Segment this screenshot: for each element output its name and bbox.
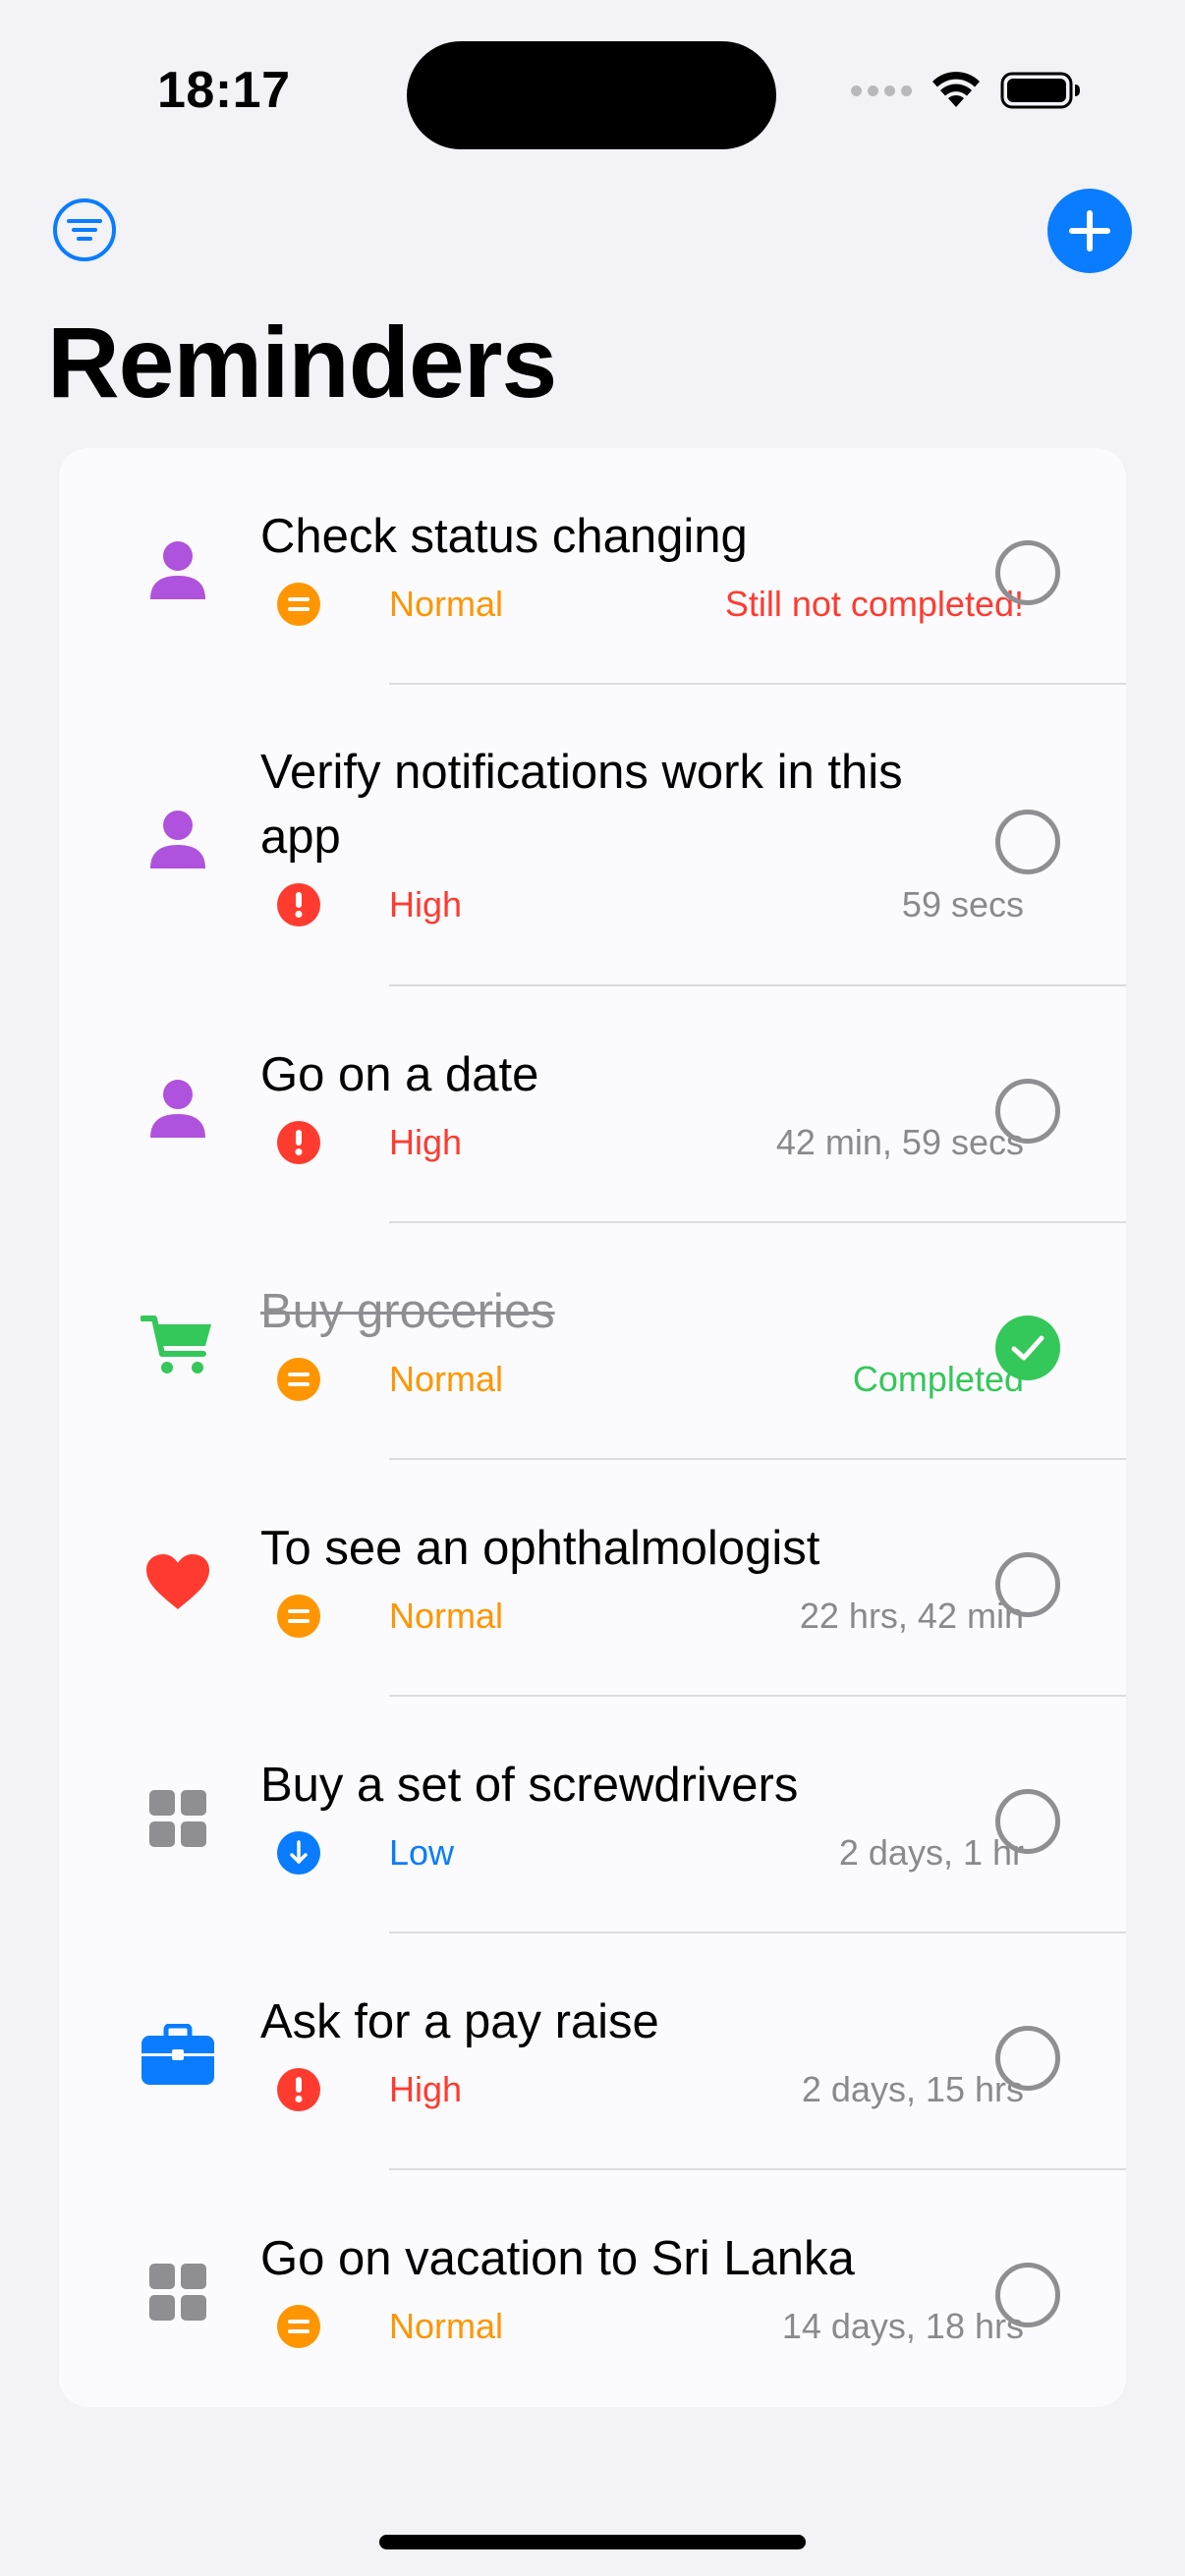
- complete-toggle[interactable]: [995, 2263, 1060, 2327]
- reminder-meta: High 2 days, 15 hrs: [277, 2066, 1024, 2113]
- person-icon: [134, 526, 222, 614]
- priority-label: Low: [389, 1832, 455, 1873]
- dynamic-island: [407, 41, 776, 149]
- checkmark-icon: [1011, 1335, 1044, 1361]
- complete-toggle[interactable]: [995, 2026, 1060, 2091]
- reminder-title: Go on a date: [260, 1048, 539, 1101]
- complete-toggle[interactable]: [995, 1552, 1060, 1617]
- reminder-meta: Normal Still not completed!: [277, 581, 1024, 628]
- reminder-title: To see an ophthalmologist: [260, 1522, 820, 1575]
- page-title: Reminders: [47, 307, 557, 419]
- priority-label: Normal: [389, 1596, 504, 1636]
- reminder-title: Check status changing: [260, 510, 748, 563]
- priority-label: Normal: [389, 584, 504, 624]
- battery-icon: [1000, 72, 1080, 109]
- time-remaining: 2 days, 15 hrs: [801, 2069, 1024, 2109]
- time-remaining: Still not completed!: [724, 584, 1024, 624]
- home-indicator[interactable]: [379, 2535, 806, 2549]
- status-time: 18:17: [157, 62, 291, 119]
- reminder-row[interactable]: To see an ophthalmologist Normal 22 hrs,…: [59, 1460, 1126, 1697]
- time-remaining: 22 hrs, 42 min: [799, 1596, 1024, 1636]
- time-remaining: 42 min, 59 secs: [775, 1122, 1024, 1162]
- priority-low-icon: [277, 1831, 320, 1875]
- person-icon: [134, 1064, 222, 1152]
- complete-toggle[interactable]: [995, 810, 1060, 874]
- priority-normal-icon: [277, 583, 320, 626]
- reminder-meta: High 59 secs: [277, 881, 1024, 928]
- priority-label: Normal: [389, 2306, 504, 2346]
- reminder-meta: Normal 22 hrs, 42 min: [277, 1593, 1024, 1640]
- reminder-meta: High 42 min, 59 secs: [277, 1119, 1024, 1166]
- priority-high-icon: [277, 1121, 320, 1164]
- reminder-meta: Low 2 days, 1 hr: [277, 1829, 1024, 1876]
- reminder-row[interactable]: Ask for a pay raise High 2 days, 15 hrs: [59, 1933, 1126, 2170]
- wifi-icon: [932, 72, 980, 107]
- reminder-title: Ask for a pay raise: [260, 1995, 659, 2048]
- time-remaining: 59 secs: [901, 884, 1024, 924]
- priority-normal-icon: [277, 1358, 320, 1401]
- complete-toggle[interactable]: [995, 1079, 1060, 1144]
- priority-label: High: [389, 1122, 463, 1162]
- time-remaining: 14 days, 18 hrs: [781, 2306, 1024, 2346]
- status-icons: [851, 71, 1081, 110]
- reminder-row[interactable]: Verify notifications work in this app Hi…: [59, 685, 1126, 986]
- complete-toggle[interactable]: [995, 540, 1060, 605]
- reminder-title: Buy a set of screwdrivers: [260, 1759, 799, 1812]
- priority-label: Normal: [389, 1359, 504, 1399]
- time-remaining: 2 days, 1 hr: [838, 1832, 1024, 1873]
- briefcase-icon: [134, 2011, 222, 2100]
- add-reminder-button[interactable]: [1047, 189, 1132, 273]
- grid-icon: [134, 1774, 222, 1863]
- reminder-row[interactable]: Go on a date High 42 min, 59 secs: [59, 986, 1126, 1223]
- priority-high-icon: [277, 2068, 320, 2111]
- person-icon: [134, 795, 222, 883]
- priority-normal-icon: [277, 2305, 320, 2348]
- filter-button[interactable]: [51, 196, 118, 263]
- reminder-title: Buy groceries: [260, 1285, 555, 1338]
- priority-normal-icon: [277, 1595, 320, 1638]
- reminder-title: Verify notifications work in this app: [260, 746, 903, 864]
- priority-label: High: [389, 884, 463, 924]
- heart-icon: [134, 1538, 222, 1626]
- complete-toggle-checked[interactable]: [995, 1316, 1060, 1380]
- reminder-row[interactable]: Go on vacation to Sri Lanka Normal 14 da…: [59, 2170, 1126, 2407]
- signal-icon: [851, 84, 912, 96]
- priority-label: High: [389, 2069, 463, 2109]
- reminder-meta: Normal 14 days, 18 hrs: [277, 2303, 1024, 2350]
- cart-icon: [134, 1301, 222, 1389]
- reminders-list: Check status changing Normal Still not c…: [59, 448, 1126, 2407]
- reminder-meta: Normal Completed: [277, 1356, 1024, 1403]
- reminder-row[interactable]: Buy groceries Normal Completed: [59, 1223, 1126, 1460]
- reminder-title: Go on vacation to Sri Lanka: [260, 2232, 855, 2285]
- complete-toggle[interactable]: [995, 1789, 1060, 1854]
- reminder-row[interactable]: Check status changing Normal Still not c…: [59, 448, 1126, 685]
- grid-icon: [134, 2248, 222, 2336]
- filter-icon: [53, 198, 116, 261]
- reminder-row[interactable]: Buy a set of screwdrivers Low 2 days, 1 …: [59, 1697, 1126, 1933]
- status-bar: 18:17: [0, 0, 1185, 187]
- plus-icon: [1069, 210, 1110, 252]
- priority-high-icon: [277, 883, 320, 926]
